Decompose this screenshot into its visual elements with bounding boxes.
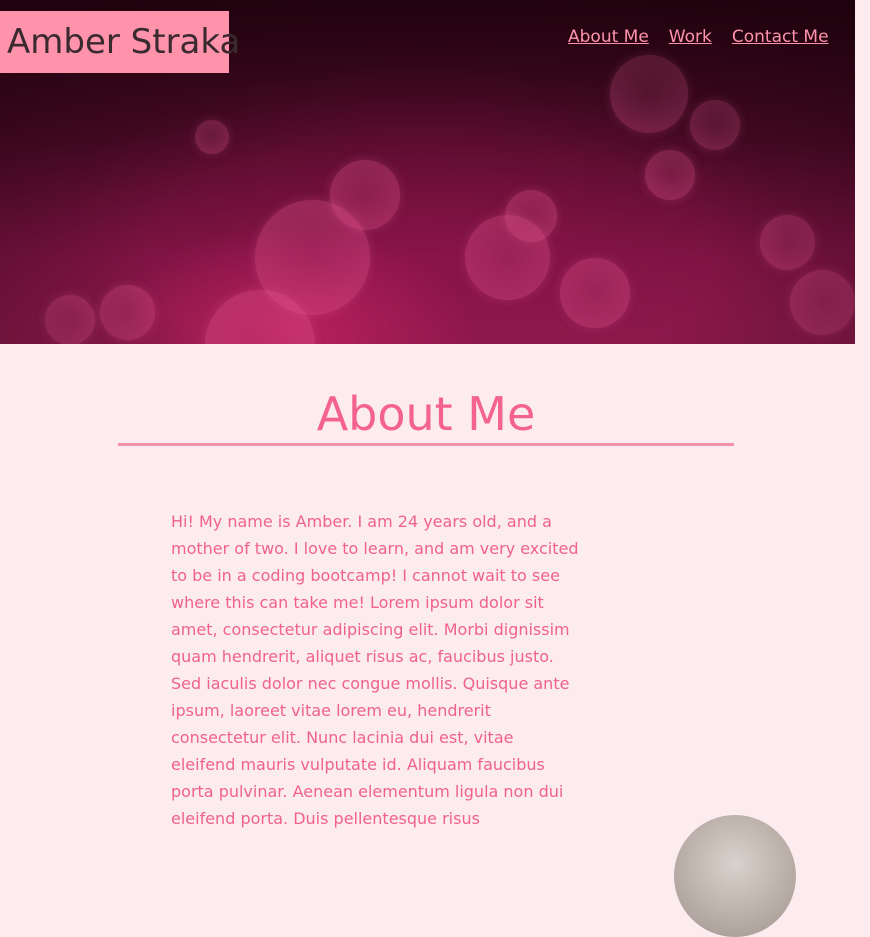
nav-link-contact-me[interactable]: Contact Me <box>732 27 829 47</box>
about-me-bio: Hi! My name is Amber. I am 24 years old,… <box>171 512 579 828</box>
nav-link-work[interactable]: Work <box>669 27 712 47</box>
profile-photo <box>674 815 796 937</box>
about-me-heading: About Me <box>316 387 536 441</box>
nav-link-about-me[interactable]: About Me <box>568 27 649 47</box>
main-nav: About Me Work Contact Me <box>568 27 829 47</box>
heading-divider <box>118 443 734 446</box>
site-logo[interactable]: Amber Straka <box>0 11 240 73</box>
